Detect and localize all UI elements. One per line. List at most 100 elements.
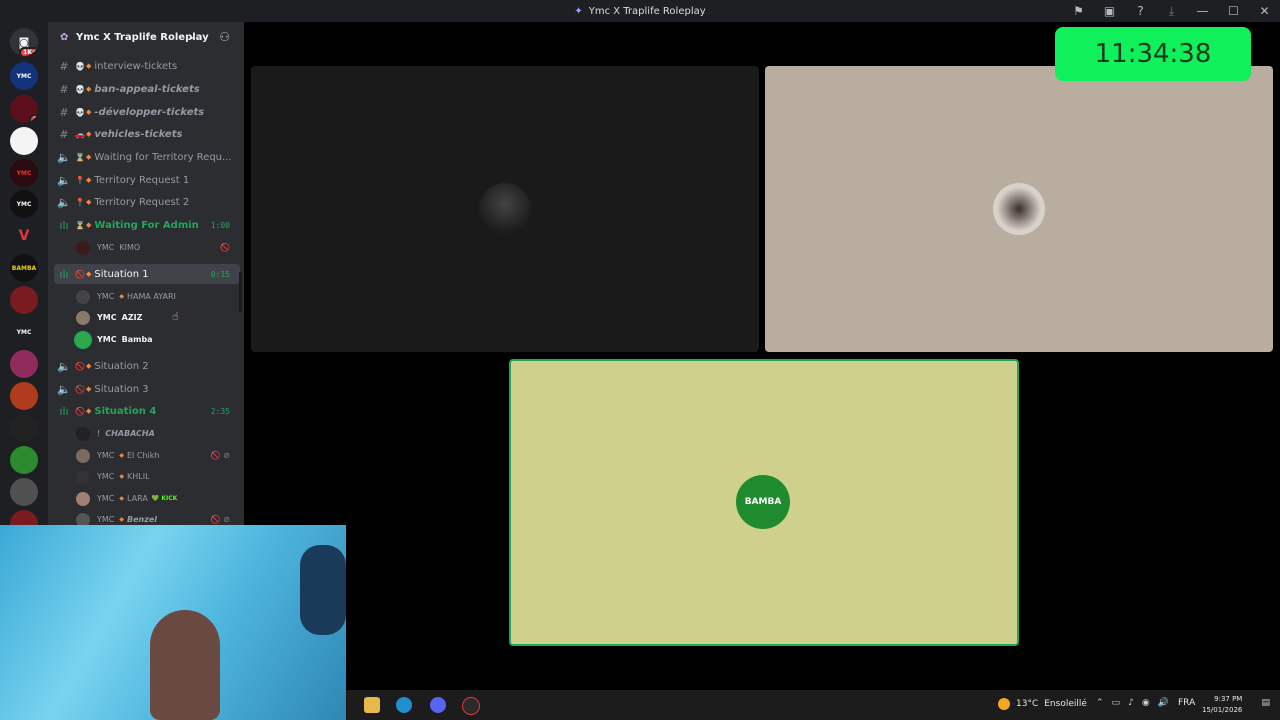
voice-channel-territory-1[interactable]: 🔈 📍 ◆ Territory Request 1	[54, 170, 240, 190]
obs-icon[interactable]	[462, 697, 480, 715]
maximize-icon[interactable]: ☐	[1218, 4, 1249, 18]
hashtag-icon: #	[59, 127, 69, 141]
channel-sidebar: ✿ Ymc X Traplife Roleplay ⌄ ⚇ # 💀 ◆ inte…	[48, 22, 244, 525]
diamond-icon: ◆	[86, 108, 92, 116]
weather-widget[interactable]: 13°C Ensoleillé	[998, 698, 1087, 710]
server-header[interactable]: ✿ Ymc X Traplife Roleplay ⌄ ⚇	[48, 22, 244, 52]
notification-icon[interactable]: ▤	[1261, 698, 1270, 708]
diamond-icon: ◆	[86, 362, 92, 370]
scrollbar[interactable]	[239, 272, 242, 312]
speaker-icon: 🔈	[57, 173, 71, 187]
server-icon-13[interactable]	[10, 446, 38, 474]
avatar	[76, 310, 90, 325]
file-explorer-icon[interactable]	[364, 697, 380, 713]
server-icon-12[interactable]	[10, 414, 38, 442]
avatar	[76, 512, 90, 525]
invite-people-icon[interactable]: ⚇	[219, 30, 230, 44]
server-icon-11[interactable]	[10, 382, 38, 410]
voice-user[interactable]: YMC KIMO 🚫	[76, 237, 240, 258]
no-entry-icon: 🚫	[75, 269, 85, 279]
voice-channel-waiting-admin[interactable]: ılı ⏳ ◆ Waiting For Admin 1:00	[54, 215, 240, 235]
language-indicator[interactable]: FRA	[1178, 698, 1195, 708]
voice-user[interactable]: YMC ◆ HAMA AYARI	[76, 286, 240, 307]
channel-interview-tickets[interactable]: # 💀 ◆ interview-tickets	[54, 56, 240, 76]
diamond-icon: ◆	[86, 153, 92, 161]
avatar	[479, 183, 531, 235]
server-icon-7[interactable]: BAMBA	[10, 254, 38, 282]
home-button[interactable]: ◙ 1K+	[10, 28, 38, 56]
speaker-icon: 🔈	[57, 382, 71, 396]
download-icon[interactable]: ⤓	[1156, 4, 1187, 19]
call-duration: 2:35	[210, 406, 230, 416]
server-icon: ✦	[574, 5, 583, 17]
diamond-icon: ◆	[86, 62, 92, 70]
voice-channel-territory-2[interactable]: 🔈 📍 ◆ Territory Request 2	[54, 192, 240, 212]
system-clock[interactable]: 9:37 PM 15/01/2026	[1202, 694, 1242, 716]
voice-channel-situation-1[interactable]: ılı 🚫 ◆ Situation 1 0:15	[54, 264, 240, 284]
video-tile-bamba[interactable]: BAMBA	[509, 359, 1019, 646]
voice-user[interactable]: YMC Bamba	[76, 329, 240, 350]
hashtag-icon: #	[59, 82, 69, 96]
chevron-up-icon[interactable]: ⌃	[1096, 698, 1104, 708]
kick-badge: 💚 KICK	[151, 495, 178, 502]
speaker-icon: 🔈	[57, 359, 71, 373]
voice-channel-waiting-territory[interactable]: 🔈 ⏳ ◆ Waiting for Territory Requ...	[54, 147, 240, 167]
help-icon[interactable]: ?	[1125, 4, 1156, 18]
call-duration: 0:15	[210, 269, 230, 279]
server-icon-10[interactable]	[10, 350, 38, 378]
diamond-icon: ◆	[119, 516, 124, 523]
close-icon[interactable]: ✕	[1249, 4, 1280, 18]
voice-channel-situation-3[interactable]: 🔈 🚫 ◆ Situation 3	[54, 379, 240, 399]
voice-user[interactable]: YMC ◆ KHLIL	[76, 466, 240, 487]
voice-channel-situation-2[interactable]: 🔈 🚫 ◆ Situation 2	[54, 356, 240, 376]
server-icon-4[interactable]: YMC	[10, 159, 38, 187]
microphone-icon[interactable]: ♪	[1128, 698, 1134, 708]
server-icon-9[interactable]: YMC	[10, 318, 38, 346]
server-badge-icon: ✿	[60, 31, 69, 43]
server-icon-2[interactable]: 2	[10, 95, 38, 123]
voice-channel-situation-4[interactable]: ılı 🚫 ◆ Situation 4 2:35	[54, 401, 240, 421]
diamond-icon: ◆	[86, 221, 92, 229]
server-icon-6[interactable]: V	[10, 222, 38, 250]
volume-icon[interactable]: 🔊	[1158, 698, 1169, 708]
server-icon-14[interactable]	[10, 478, 38, 506]
muted-icon: 🚫	[220, 243, 230, 252]
voice-user[interactable]: YMC AZIZ ☝	[76, 307, 240, 328]
no-entry-icon: 🚫	[75, 361, 85, 371]
no-entry-icon: 🚫	[75, 406, 85, 416]
channel-vehicles-tickets[interactable]: # 🚗 ◆ vehicles-tickets	[54, 124, 240, 144]
hourglass-icon: ⏳	[75, 220, 85, 230]
server-icon-5[interactable]: YMC	[10, 190, 38, 218]
muted-deafened-icon: 🚫 ⊘	[210, 515, 230, 524]
discord-taskbar-icon[interactable]	[430, 697, 446, 713]
camera-icon[interactable]: ◉	[1142, 698, 1150, 708]
voice-user[interactable]: ! CHABACHA	[76, 423, 240, 444]
voice-user[interactable]: YMC ◆ Benzel 🚫 ⊘	[76, 509, 240, 525]
voice-user[interactable]: YMC ◆ LARA 💚 KICK	[76, 488, 240, 509]
no-entry-icon: 🚫	[75, 384, 85, 394]
minimize-icon[interactable]: —	[1187, 4, 1218, 18]
video-tile-1[interactable]	[251, 66, 759, 352]
skull-icon: 💀	[75, 107, 85, 117]
channel-ban-appeal-tickets[interactable]: # 💀 ◆ ban-appeal-tickets	[54, 79, 240, 99]
diamond-icon: ◆	[119, 473, 124, 480]
server-icon-3[interactable]	[10, 127, 38, 155]
channel-developper-tickets[interactable]: # 💀 ◆ -développer-tickets	[54, 102, 240, 122]
inbox-icon[interactable]: ▣	[1094, 4, 1125, 18]
muted-deafened-icon: 🚫 ⊘	[210, 451, 230, 460]
server-icon-1[interactable]: YMC	[10, 62, 38, 90]
diamond-icon: ◆	[119, 495, 124, 502]
avatar	[76, 289, 90, 304]
sun-icon	[998, 698, 1010, 710]
edge-icon[interactable]	[396, 697, 412, 713]
diamond-icon: ◆	[86, 85, 92, 93]
flag-icon[interactable]: ⚑	[1063, 4, 1094, 18]
server-icon-8[interactable]	[10, 286, 38, 314]
skull-icon: 💀	[75, 84, 85, 94]
avatar	[76, 491, 90, 506]
voice-user[interactable]: YMC ◆ El Chikh 🚫 ⊘	[76, 445, 240, 466]
network-icon[interactable]: ▭	[1112, 698, 1121, 708]
video-tile-2[interactable]	[765, 66, 1273, 352]
taskbar: 13°C Ensoleillé ⌃ ▭ ♪ ◉ 🔊 FRA 9:37 PM 15…	[346, 690, 1280, 720]
server-icon-15[interactable]	[10, 510, 38, 525]
